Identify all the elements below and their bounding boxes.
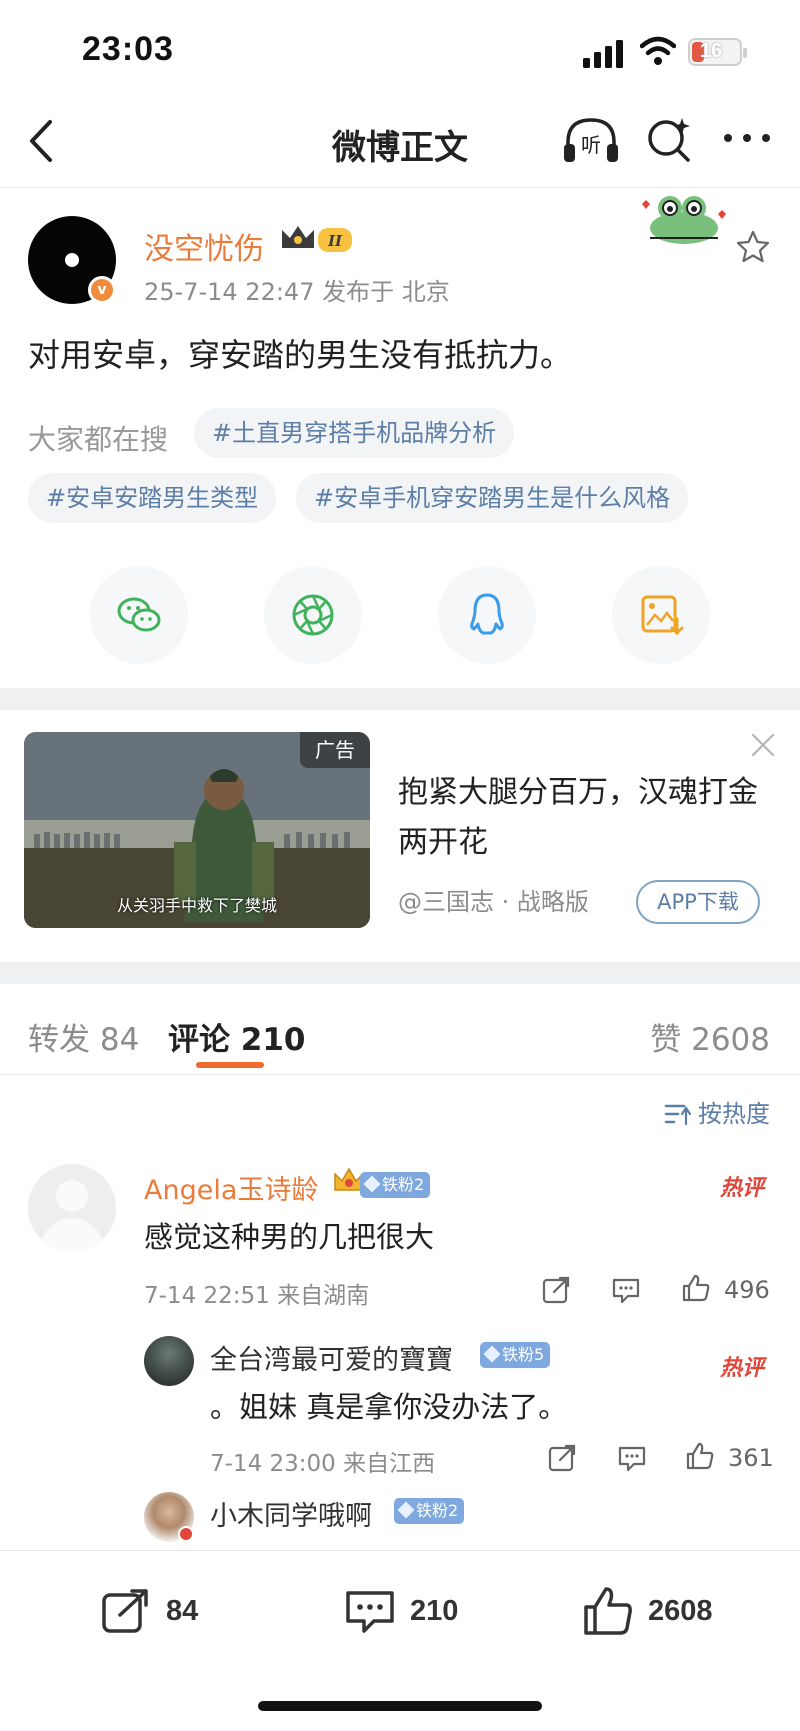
nav-bar: 微博正文 听 (0, 100, 800, 188)
like-icon (584, 1587, 632, 1635)
badge-dot-icon (178, 1526, 194, 1542)
ad-badge: 广告 (300, 732, 370, 768)
bottom-action-bar: 84 210 2608 (0, 1550, 800, 1731)
sort-icon (664, 1104, 692, 1126)
comment-meta: 7-14 22:51 来自湖南 (144, 1283, 370, 1309)
comment-meta: 7-14 23:00 来自江西 (210, 1451, 436, 1477)
active-tab-indicator (196, 1062, 264, 1068)
fan-level-badge: 铁粉2 (360, 1172, 431, 1198)
comment-icon[interactable] (616, 1442, 648, 1474)
commenter-avatar[interactable] (144, 1336, 194, 1386)
share-moments-button[interactable] (264, 566, 362, 664)
trending-tag[interactable]: #土直男穿搭手机品牌分析 (194, 408, 515, 458)
sort-by-hot-button[interactable]: 按热度 (664, 1094, 770, 1129)
commenter-name[interactable]: Angela玉诗龄 (144, 1168, 318, 1207)
comment-count: 210 (410, 1595, 459, 1627)
listen-headphones-icon[interactable]: 听 (560, 112, 622, 168)
ad-headline[interactable]: 抱紧大腿分百万，汉魂打金两开花 (398, 768, 768, 868)
search-icon[interactable] (644, 114, 694, 166)
author-avatar[interactable]: v (28, 216, 116, 304)
cellular-signal-icon (583, 40, 623, 68)
post-content: 对用安卓，穿安踏的男生没有抵抗力。 (28, 336, 573, 374)
wechat-icon (117, 597, 161, 632)
comment-text[interactable]: 感觉这种男的几把很大 (144, 1214, 434, 1256)
like-count: 361 (728, 1444, 774, 1472)
tab-repost[interactable]: 转发 84 (28, 1014, 139, 1059)
qq-icon (470, 593, 504, 635)
fan-level-label: 铁粉2 (382, 1175, 425, 1194)
section-divider (0, 962, 800, 984)
save-image-button[interactable] (612, 566, 710, 664)
frog-sticker-icon (642, 196, 726, 244)
battery-level: 16 (700, 40, 723, 62)
section-divider (0, 688, 800, 710)
share-wechat-button[interactable] (90, 566, 188, 664)
fan-level-badge: 铁粉5 (480, 1342, 551, 1368)
member-crown-icon: II (282, 226, 352, 252)
more-icon[interactable] (722, 128, 772, 148)
member-level: II (327, 232, 343, 250)
trending-tag[interactable]: #安卓手机穿安踏男生是什么风格 (296, 473, 689, 523)
comment-text[interactable]: 但是他们都喜欢装傻，不用几把 (210, 1542, 616, 1550)
comment-text[interactable]: 。姐妹 真是拿你没办法了。 (210, 1384, 567, 1426)
comment-icon (346, 1591, 394, 1633)
commenter-name[interactable]: 全台湾最可爱的寶寶 (210, 1338, 453, 1377)
hot-comment-badge: 热评 (720, 1176, 765, 1201)
ad-image-caption: 从关羽手中救下了樊城 (116, 896, 277, 915)
wifi-icon (640, 36, 676, 65)
verified-icon: v (88, 276, 116, 304)
battery-icon: 16 (688, 38, 747, 66)
repost-icon[interactable] (546, 1442, 578, 1474)
hot-comment-badge: 热评 (720, 1356, 765, 1381)
status-time: 23:03 (82, 30, 174, 68)
share-qq-button[interactable] (438, 566, 536, 664)
fan-level-label: 铁粉5 (502, 1345, 545, 1364)
home-indicator (258, 1701, 542, 1711)
repost-count: 84 (166, 1595, 199, 1627)
like-icon[interactable] (680, 1272, 712, 1304)
fan-level-badge: 铁粉2 (394, 1498, 465, 1524)
tab-comment[interactable]: 评论 210 (168, 1014, 306, 1059)
commenter-name[interactable]: 小木同学哦啊 (210, 1494, 372, 1533)
sort-label: 按热度 (698, 1100, 770, 1128)
trending-tag[interactable]: #安卓安踏男生类型 (28, 473, 277, 523)
favorite-star-icon[interactable] (734, 228, 772, 266)
ad-image[interactable]: 广告 从关羽手中救下了樊城 (24, 732, 370, 928)
app-download-button[interactable]: APP下载 (636, 880, 760, 924)
author-name[interactable]: 没空忧伤 (144, 224, 264, 268)
repost-icon (102, 1589, 148, 1633)
divider (0, 1074, 800, 1075)
comment-icon[interactable] (610, 1274, 642, 1306)
save-image-icon (641, 595, 684, 636)
repost-icon[interactable] (540, 1274, 572, 1306)
like-icon[interactable] (684, 1440, 716, 1472)
tab-like[interactable]: 赞 2608 (650, 1014, 770, 1059)
listen-label: 听 (581, 133, 601, 157)
ad-source: @三国志 · 战略版 (398, 888, 589, 916)
post-meta: 25-7-14 22:47 发布于 北京 (144, 278, 450, 306)
trending-search-label: 大家都在搜 (28, 423, 169, 456)
like-count: 496 (724, 1276, 770, 1304)
moments-icon (292, 594, 334, 636)
commenter-avatar[interactable] (28, 1164, 116, 1252)
close-icon[interactable] (748, 730, 778, 760)
like-count: 2608 (648, 1595, 713, 1627)
status-bar: 23:03 16 (0, 0, 800, 100)
fan-level-label: 铁粉2 (416, 1501, 459, 1520)
